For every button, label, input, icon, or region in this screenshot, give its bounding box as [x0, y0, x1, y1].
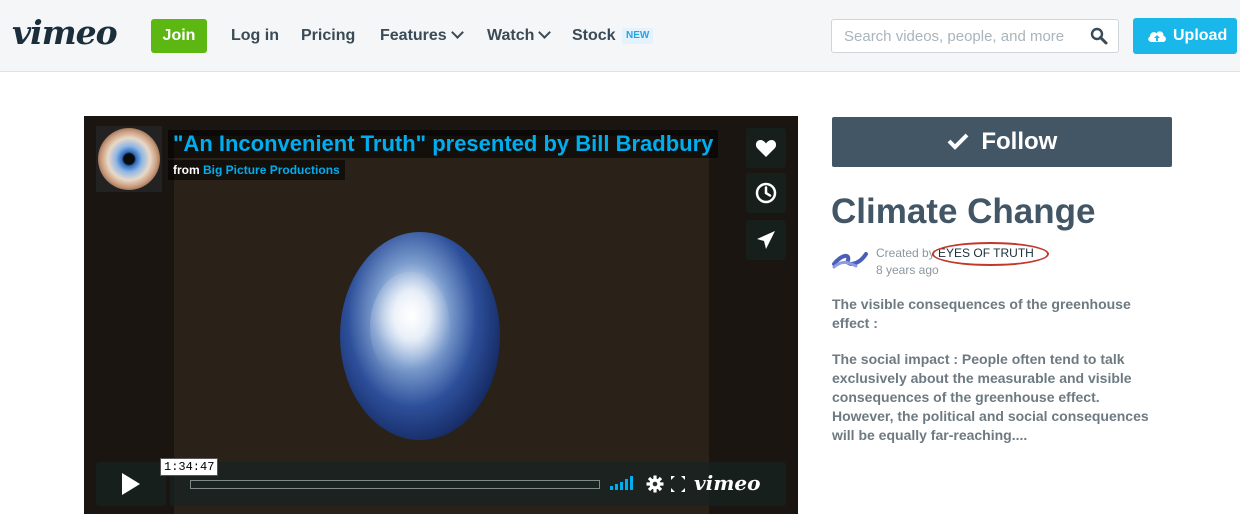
timecode-tooltip: 1:34:47 [160, 458, 219, 476]
search-input[interactable] [832, 20, 1094, 52]
nav-features-label: Features [380, 27, 447, 44]
created-age: 8 years ago [876, 263, 939, 277]
nav-login-link[interactable]: Log in [231, 26, 279, 46]
new-badge: NEW [622, 28, 654, 44]
video-byline: from Big Picture Productions [168, 160, 345, 180]
video-title[interactable]: "An Inconvenient Truth" presented by Bil… [168, 130, 719, 158]
vimeo-player-logo[interactable]: vimeo [694, 471, 760, 495]
annotation-circle [932, 242, 1050, 266]
fullscreen-icon[interactable] [670, 475, 686, 493]
video-player[interactable]: "An Inconvenient Truth" presented by Bil… [84, 116, 798, 514]
nav-watch-menu[interactable]: Watch [487, 26, 552, 46]
check-icon [947, 133, 969, 150]
progress-bar[interactable] [190, 480, 600, 489]
nav-stock-label: Stock [572, 27, 616, 44]
nav-pricing-label: Pricing [301, 27, 356, 44]
upload-label: Upload [1173, 27, 1228, 44]
volume-icon[interactable] [610, 476, 634, 490]
nav-login-label: Log in [231, 27, 279, 44]
vimeo-logo[interactable]: vimeo [12, 13, 118, 53]
created-by-label: Created by [876, 246, 935, 260]
top-navigation-bar: vimeo Join Log in Pricing Features Watch… [0, 0, 1240, 72]
creator-logo-icon[interactable] [832, 250, 868, 270]
creator-link[interactable]: Big Picture Productions [203, 163, 340, 177]
created-by: Created by EYES OF TRUTH [876, 242, 1050, 266]
follow-button[interactable]: Follow [832, 117, 1172, 167]
nav-watch-label: Watch [487, 27, 535, 44]
cloud-upload-icon [1148, 31, 1166, 42]
join-button[interactable]: Join [151, 19, 207, 53]
from-label: from [173, 163, 200, 177]
channel-title: Climate Change [831, 192, 1096, 231]
nav-pricing-link[interactable]: Pricing [301, 26, 355, 46]
channel-description-intro: The visible consequences of the greenhou… [832, 296, 1131, 331]
follow-label: Follow [981, 128, 1058, 155]
control-bar: vimeo [170, 462, 786, 506]
share-button[interactable] [746, 220, 786, 260]
gear-icon[interactable] [646, 475, 664, 493]
clock-icon [755, 182, 777, 204]
send-icon [757, 231, 775, 249]
play-button[interactable] [96, 462, 166, 506]
like-button[interactable] [746, 128, 786, 168]
channel-description-body: The social impact : People often tend to… [832, 351, 1149, 443]
creator-name-link[interactable]: EYES OF TRUTH [932, 242, 1050, 266]
nav-stock-link[interactable]: Stock [572, 26, 616, 46]
search-icon[interactable] [1090, 27, 1108, 45]
earth-image [340, 232, 500, 440]
chevron-down-icon [450, 26, 464, 39]
upload-button[interactable]: Upload [1133, 18, 1237, 54]
eye-image [98, 128, 160, 190]
chevron-down-icon [538, 26, 552, 39]
creator-avatar[interactable] [96, 126, 162, 192]
play-icon [122, 473, 140, 495]
heart-icon [755, 140, 777, 157]
watch-later-button[interactable] [746, 173, 786, 213]
search-box [831, 19, 1119, 53]
nav-features-menu[interactable]: Features [380, 26, 464, 46]
